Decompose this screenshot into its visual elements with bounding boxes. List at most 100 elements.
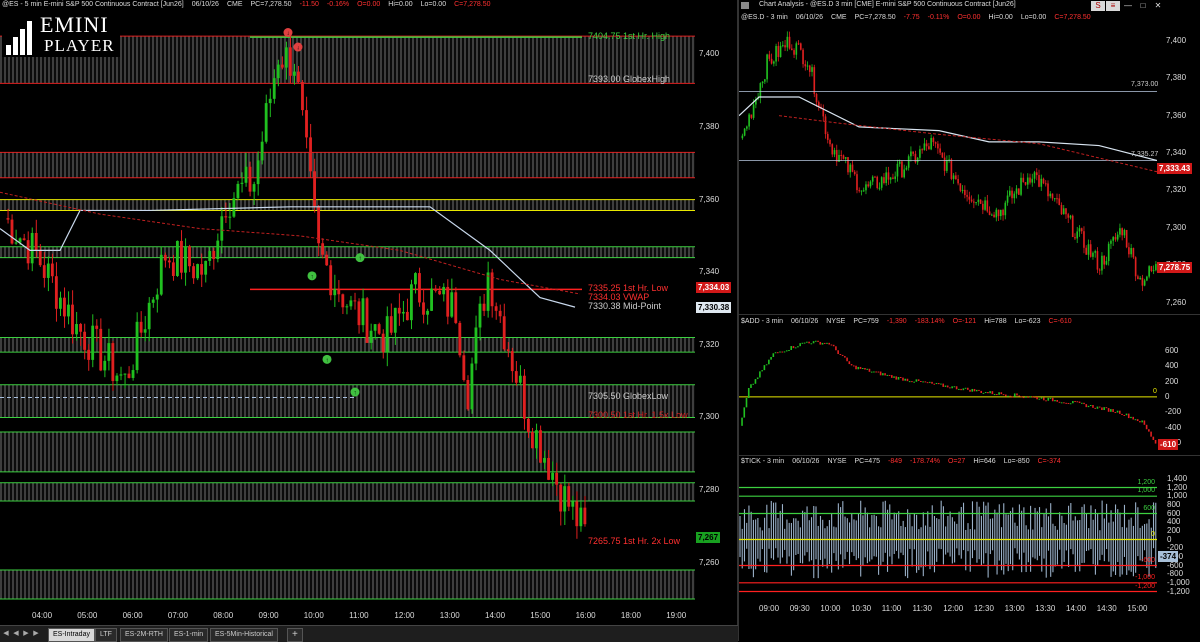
add-bar [830,344,833,346]
right-add-pane[interactable]: 0 [739,326,1157,454]
level-zone [0,431,695,472]
time-tick-label: 05:00 [77,611,98,620]
level-label: 7330.38 Mid-Point [588,301,662,312]
right-tick-pane[interactable]: 1,200 1,000 600 0 -600 -1,000 -1,200 [739,466,1157,600]
workspace-tab[interactable]: LTF [95,628,117,642]
price-tag: 7,267 [696,532,721,544]
menu-button[interactable]: ≡ [1106,1,1120,11]
candle [1119,228,1121,235]
add-bar [913,381,915,383]
candle [559,484,563,512]
add-bar [794,347,797,349]
first-tab-button[interactable]: ◀ [2,629,10,639]
add-bar [745,398,748,408]
add-bar [942,383,945,387]
candle [167,260,171,263]
candle [510,351,514,372]
candle [22,238,26,241]
add-tab-button[interactable]: + [287,628,303,642]
candle [103,360,107,371]
candle [63,297,66,317]
add-bar [844,356,846,358]
left-time-axis[interactable]: 04:00 05:00 06:00 07:00 08:00 09:00 10:00 11:00… [0,607,695,625]
add-bar [987,392,989,394]
header-field: -178.74% [910,458,940,465]
candle [887,172,890,180]
candle [1038,175,1040,187]
time-tick-label: 06:00 [122,611,143,620]
header-field: Lo=-623 [1014,318,1041,325]
candle [119,374,123,376]
candle [937,143,939,149]
left-price-axis[interactable]: 7,400 7,380 7,360 7,340 7,320 7,300 7,280 7,260… [695,10,737,607]
right-main-price-axis[interactable]: 7,4007,3807,3607,3407,3207,3007,2807,260… [1157,22,1200,314]
right-tick-canvas[interactable] [739,466,1157,600]
price-tag: 7,333.43 [1157,163,1193,174]
right-add-canvas[interactable] [739,326,1157,454]
add-bar [926,382,929,384]
last-tab-button[interactable]: ▶ [32,629,40,639]
time-tick-label: 19:00 [666,611,687,620]
candle [470,363,474,410]
candle [876,176,879,189]
candle [1096,251,1099,270]
emini-player-logo: EMINI PLAYER [2,12,120,57]
candle [1089,244,1092,257]
tick-axis-label: -600 [1167,560,1184,570]
right-add-axis[interactable]: 6004002000-200-400-600-610 [1157,326,1200,454]
candle [1035,172,1038,176]
workspace-tab[interactable]: ES-1-min [169,628,209,642]
add-bar [951,386,953,389]
add-bar [864,367,866,370]
price-tag: 7,330.38 [696,302,732,314]
tick-threshold-label: -1,200 [1135,582,1155,590]
price-tick-label: 7,260 [699,557,720,567]
candle [750,114,753,118]
right-main-canvas[interactable] [739,22,1157,314]
add-bar [949,387,951,389]
candle [889,177,892,180]
candle [862,190,865,192]
header-field: 06/10/26 [191,1,219,8]
candle [216,240,220,259]
header-field: @ES.D - 3 min [741,14,788,21]
workspace-tab[interactable]: ES-5Min-Historical [210,628,278,642]
next-tab-button[interactable]: ▶ [22,629,30,639]
add-bar [1103,407,1105,411]
add-bar [893,376,895,378]
add-bar [991,391,994,395]
candle [426,310,429,315]
add-bar [808,341,810,344]
right-tick-axis[interactable]: 1,4001,2001,0008006004002000-200-400-600… [1157,466,1200,600]
add-bar [1002,394,1005,396]
time-tick-label: 10:00 [303,611,324,620]
symbol-link-button[interactable]: S [1091,1,1105,11]
tick-axis-label: 400 [1167,517,1181,527]
add-bar [1078,401,1081,403]
candle [923,143,926,151]
workspace-tab[interactable]: ES-Intraday [48,628,95,642]
level-label: 7404.75 1st Hr. High [588,31,671,42]
candle [990,214,993,216]
header-field: PC=7,278.50 [854,14,896,21]
add-bar [888,374,891,376]
maximize-button[interactable]: □ [1136,1,1150,11]
candle [993,214,995,218]
tick-axis-label: 600 [1167,508,1181,518]
price-tick-label: 7,260 [1166,297,1187,307]
add-bar [924,381,927,383]
close-button[interactable]: ✕ [1151,1,1165,11]
workspace-tab[interactable]: ES-2M-RTH [120,628,168,642]
candle [840,154,843,156]
right-time-axis[interactable]: 09:00 09:30 10:00 10:30 11:00 11:30 12:00 12:30… [739,600,1157,620]
candle [1152,270,1155,272]
add-bar [1116,410,1119,413]
right-main-pane[interactable] [739,22,1157,314]
price-tick-label: 7,320 [699,339,720,349]
candle [91,325,95,360]
right-window-titlebar[interactable]: Chart Analysis - @ES.D 3 min [CME] E-min… [739,0,1200,12]
prev-tab-button[interactable]: ◀ [12,629,20,639]
candle [38,250,42,266]
tick-threshold-label: 1,000 [1137,487,1155,495]
minimize-button[interactable]: — [1121,1,1135,11]
